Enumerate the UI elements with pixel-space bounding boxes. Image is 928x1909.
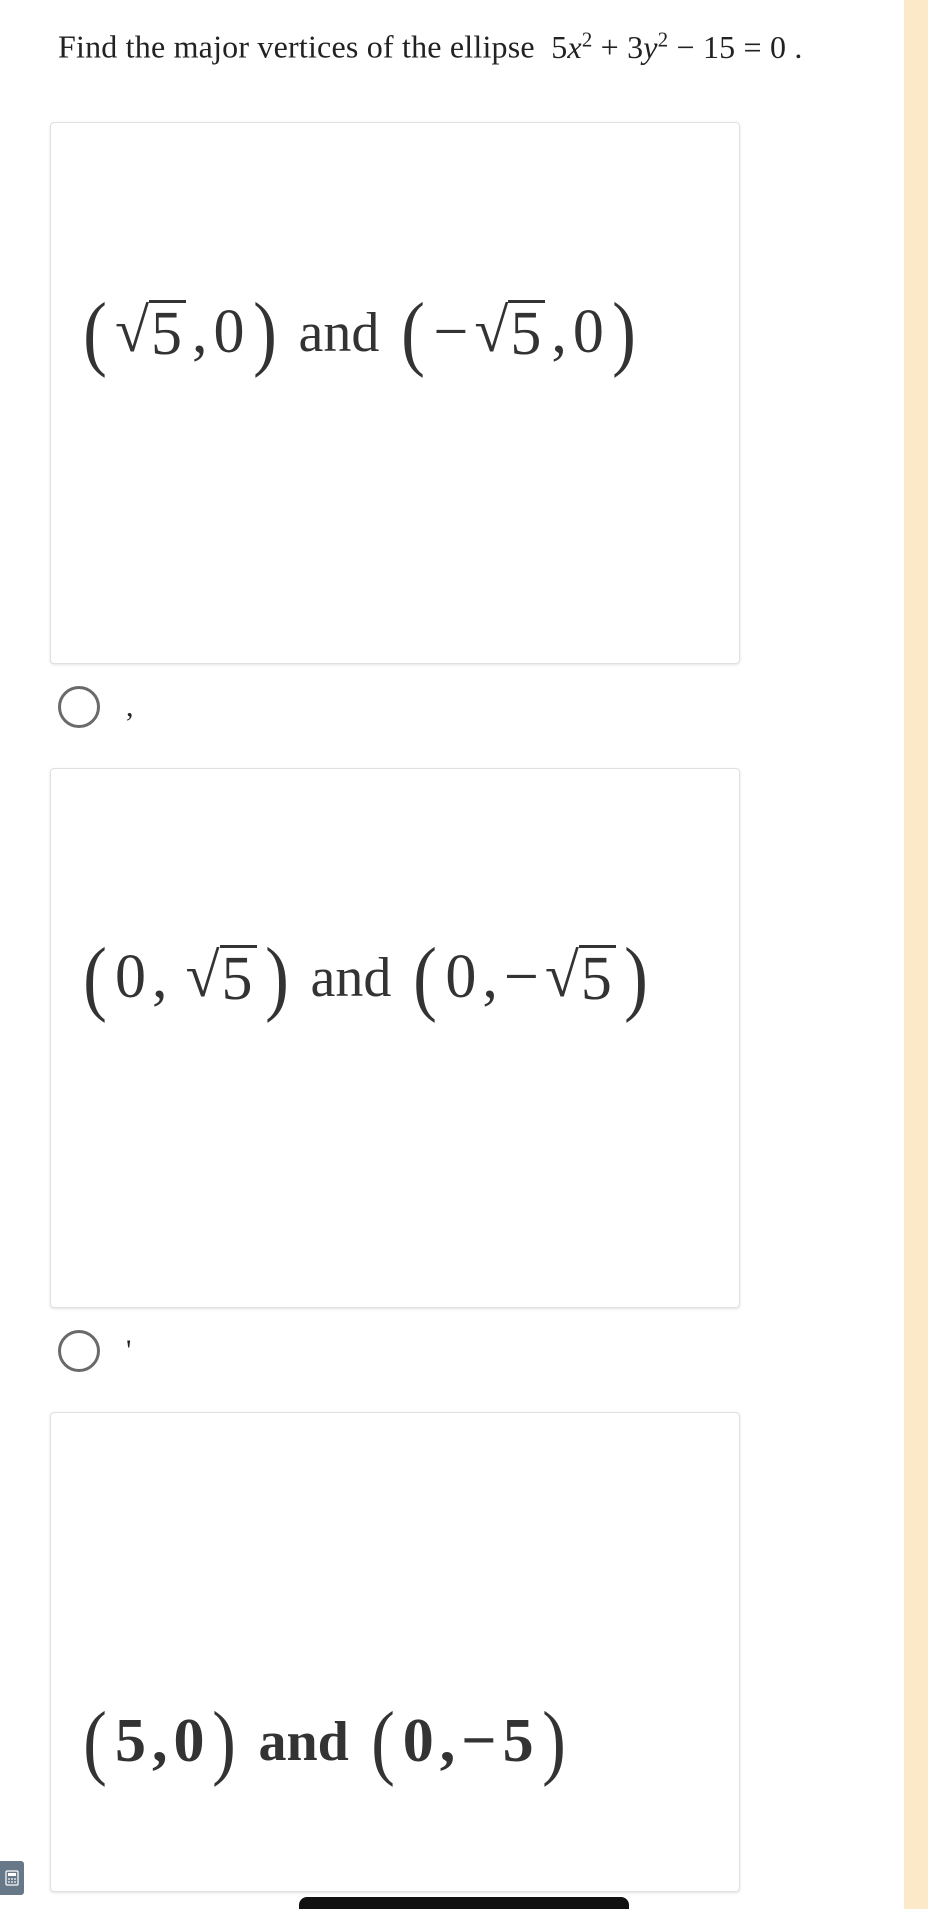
rparen: ) (612, 284, 636, 381)
lparen: ( (83, 284, 107, 381)
calculator-button[interactable] (0, 1861, 24, 1895)
right-accent-stripe (904, 0, 928, 1909)
option-b-radio-row: ' (58, 1330, 928, 1372)
radio-b-label: ' (126, 1334, 131, 1368)
lparen: ( (83, 929, 107, 1026)
rparen: ) (253, 284, 277, 381)
radio-b[interactable] (58, 1330, 100, 1372)
option-b-math: ( 0 , √ 5 ) and ( 0 , − √ 5 ) (81, 929, 650, 1026)
sqrt-icon: √ 5 (474, 297, 545, 368)
lparen: ( (371, 1693, 395, 1790)
lparen: ( (401, 284, 425, 381)
calculator-icon (5, 1870, 19, 1886)
option-card-a[interactable]: ( √ 5 , 0 ) and ( − √ 5 , 0 ) (50, 122, 740, 664)
option-card-c[interactable]: ( 5 , 0 ) and ( 0 , − 5 ) (50, 1412, 740, 1892)
option-a-radio-row: , (58, 686, 928, 728)
rparen: ) (542, 1693, 566, 1790)
sqrt-icon: √ 5 (185, 942, 256, 1013)
lparen: ( (413, 929, 437, 1026)
option-c-math: ( 5 , 0 ) and ( 0 , − 5 ) (81, 1693, 568, 1790)
option-card-b[interactable]: ( 0 , √ 5 ) and ( 0 , − √ 5 ) (50, 768, 740, 1308)
question-prefix: Find the major vertices of the ellipse (58, 29, 535, 65)
rparen: ) (265, 929, 289, 1026)
home-indicator-bar (299, 1897, 629, 1909)
lparen: ( (83, 1693, 107, 1790)
radio-a-label: , (126, 690, 134, 724)
question-text: Find the major vertices of the ellipse 5… (58, 28, 928, 66)
sqrt-icon: √ 5 (545, 942, 616, 1013)
rparen: ) (624, 929, 648, 1026)
radio-a[interactable] (58, 686, 100, 728)
page: Find the major vertices of the ellipse 5… (0, 0, 928, 1909)
question-equation: 5x2 + 3y2 − 15 = 0 . (543, 29, 803, 65)
rparen: ) (213, 1693, 237, 1790)
sqrt-icon: √ 5 (115, 297, 186, 368)
option-a-math: ( √ 5 , 0 ) and ( − √ 5 , 0 ) (81, 284, 638, 381)
